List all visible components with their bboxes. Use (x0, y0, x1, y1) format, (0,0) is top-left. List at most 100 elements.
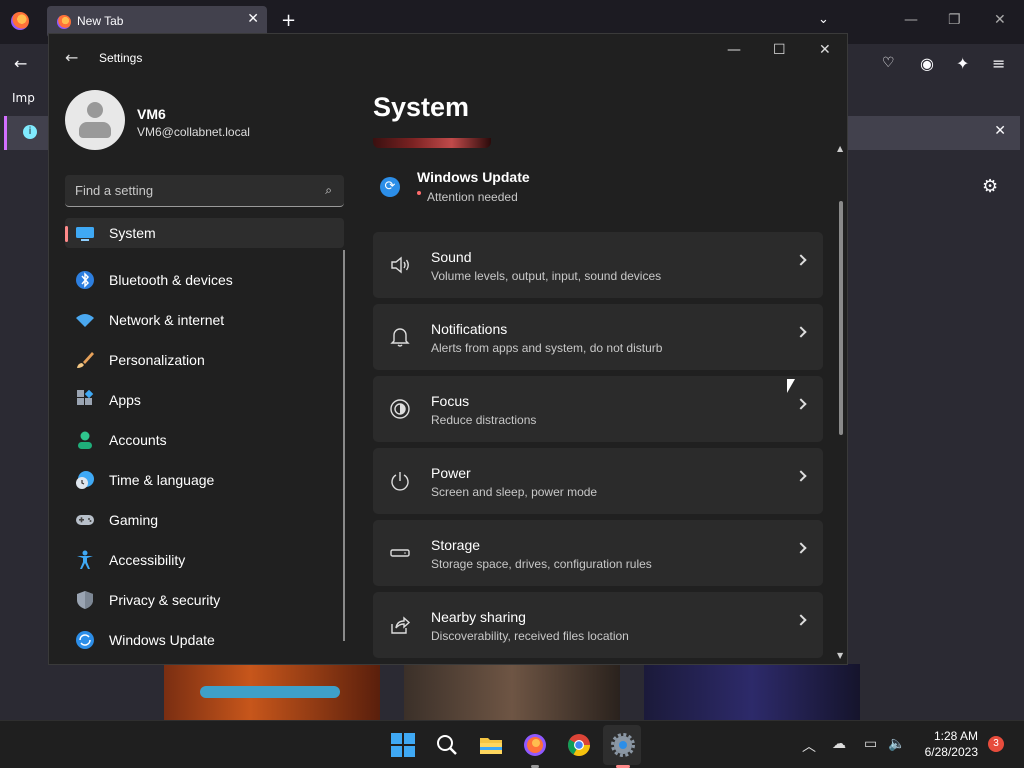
card-title: Notifications (431, 321, 508, 337)
back-arrow-icon[interactable]: ← (14, 54, 27, 73)
sidebar-item-privacy-security[interactable]: Privacy & security (65, 580, 344, 620)
sidebar-item-label: Accounts (109, 432, 167, 448)
story-thumbnail[interactable] (404, 664, 620, 720)
account-icon (78, 431, 92, 449)
settings-back-arrow-icon[interactable]: ← (65, 48, 78, 67)
firefox-logo-icon[interactable] (11, 12, 29, 30)
scroll-up-arrow-icon[interactable]: ▲ (837, 144, 843, 153)
sidebar-item-accessibility[interactable]: Accessibility (65, 540, 344, 580)
volume-icon[interactable]: 🔈 (888, 736, 905, 752)
file-explorer-icon[interactable] (479, 733, 503, 757)
card-title: Power (431, 465, 471, 481)
list-all-tabs-icon[interactable]: ⌄ (818, 12, 829, 27)
story-thumbnail[interactable] (644, 664, 860, 720)
apps-icon (77, 390, 94, 405)
sidebar-item-label: System (109, 225, 156, 241)
clock-time: 1:28 AM (933, 729, 978, 743)
firefox-icon[interactable] (523, 733, 547, 757)
find-setting-input[interactable]: Find a setting ⌕ (65, 175, 344, 207)
attention-dot (417, 191, 421, 195)
share-icon (391, 616, 411, 634)
card-title: Nearby sharing (431, 609, 526, 625)
main-scrollbar-thumb[interactable] (839, 201, 843, 435)
chevron-right-icon (795, 254, 807, 266)
bookmark-import[interactable]: Imp (12, 91, 35, 105)
settings-window-title: Settings (99, 51, 143, 65)
network-icon[interactable]: ▭ (864, 736, 877, 752)
sidebar-item-windows-update[interactable]: Windows Update (65, 620, 344, 660)
card-title: Sound (431, 249, 472, 265)
sidebar-item-apps[interactable]: Apps (65, 380, 344, 420)
newtab-settings-gear-icon[interactable]: ⚙ (982, 176, 998, 197)
card-subtitle: Storage space, drives, configuration rul… (431, 557, 652, 571)
settings-card-nearby-sharing[interactable]: Nearby sharing Discoverability, received… (373, 592, 823, 658)
search-icon[interactable] (435, 733, 459, 757)
sidebar-item-label: Time & language (109, 472, 215, 488)
windows-update-status-text: Attention needed (427, 190, 518, 204)
cloud-offline-icon[interactable]: ☁ (832, 736, 846, 752)
card-subtitle: Discoverability, received files location (431, 629, 629, 643)
extensions-icon[interactable]: ✦ (956, 54, 969, 73)
search-placeholder: Find a setting (75, 183, 154, 198)
settings-card-power[interactable]: Power Screen and sleep, power mode (373, 448, 823, 514)
menu-icon[interactable]: ≡ (992, 54, 1005, 73)
card-title: Storage (431, 537, 481, 553)
clock-date: 6/28/2023 (924, 745, 978, 759)
pocket-icon[interactable]: ♡ (882, 55, 895, 71)
sidebar-item-label: Bluetooth & devices (109, 272, 233, 288)
sidebar-item-label: Apps (109, 392, 141, 408)
sidebar-item-label: Network & internet (109, 312, 225, 328)
browser-restore-icon[interactable]: ❐ (948, 12, 961, 28)
settings-card-focus[interactable]: Focus Reduce distractions (373, 376, 823, 442)
chevron-up-icon[interactable]: ︿ (802, 736, 816, 756)
info-icon: i (23, 125, 37, 139)
page-title: System (373, 92, 470, 122)
settings-sidebar-nav: System Bluetooth & devices Network & int… (65, 218, 344, 660)
bell-icon (390, 328, 410, 347)
user-avatar[interactable] (65, 90, 125, 150)
settings-card-storage[interactable]: Storage Storage space, drives, configura… (373, 520, 823, 586)
sidebar-scrollbar[interactable] (343, 250, 345, 641)
card-subtitle: Alerts from apps and system, do not dist… (431, 341, 663, 355)
sidebar-item-time-language[interactable]: Time & language (65, 460, 344, 500)
settings-close-icon[interactable]: ✕ (819, 42, 831, 58)
chevron-right-icon (795, 470, 807, 482)
browser-close-icon[interactable]: ✕ (994, 12, 1006, 28)
settings-card-notifications[interactable]: Notifications Alerts from apps and syste… (373, 304, 823, 370)
tab-close-icon[interactable]: ✕ (247, 11, 259, 27)
sidebar-item-label: Accessibility (109, 552, 186, 568)
settings-gear-icon[interactable] (611, 733, 635, 757)
sidebar-item-bluetooth-devices[interactable]: Bluetooth & devices (65, 260, 344, 300)
sidebar-item-system[interactable]: System (65, 218, 344, 248)
clock-globe-icon (76, 471, 94, 489)
settings-minimize-icon[interactable]: — (727, 42, 741, 58)
sidebar-item-accounts[interactable]: Accounts (65, 420, 344, 460)
gamepad-icon (76, 515, 94, 525)
new-tab-button[interactable]: + (281, 10, 296, 31)
start-button-windows-icon[interactable] (391, 733, 415, 757)
settings-maximize-icon[interactable]: ☐ (773, 42, 786, 58)
sidebar-item-label: Windows Update (109, 632, 215, 648)
infobar-close-icon[interactable]: ✕ (994, 123, 1006, 139)
update-icon: ⟳ (380, 177, 400, 197)
chrome-icon[interactable] (567, 733, 591, 757)
card-subtitle: Volume levels, output, input, sound devi… (431, 269, 662, 283)
taskbar-clock[interactable]: 1:28 AM 6/28/2023 (918, 728, 978, 760)
storage-icon (390, 549, 410, 557)
settings-window: ← Settings — ☐ ✕ VM6 VM6@collabnet.local… (48, 33, 848, 665)
notification-badge[interactable]: 3 (988, 736, 1004, 752)
scroll-down-arrow-icon[interactable]: ▼ (837, 651, 843, 660)
sidebar-item-network-internet[interactable]: Network & internet (65, 300, 344, 340)
active-indicator (65, 226, 68, 242)
wallpaper-preview-edge[interactable] (373, 138, 491, 148)
wifi-icon (76, 314, 94, 327)
settings-card-sound[interactable]: Sound Volume levels, output, input, soun… (373, 232, 823, 298)
sidebar-item-personalization[interactable]: Personalization (65, 340, 344, 380)
browser-minimize-icon[interactable]: — (904, 12, 918, 28)
card-subtitle: Reduce distractions (431, 413, 537, 427)
account-icon[interactable]: ◉ (920, 54, 934, 73)
sidebar-item-gaming[interactable]: Gaming (65, 500, 344, 540)
story-thumbnail[interactable] (164, 664, 380, 720)
firefox-favicon-icon (57, 15, 71, 29)
card-subtitle: Screen and sleep, power mode (431, 485, 598, 499)
